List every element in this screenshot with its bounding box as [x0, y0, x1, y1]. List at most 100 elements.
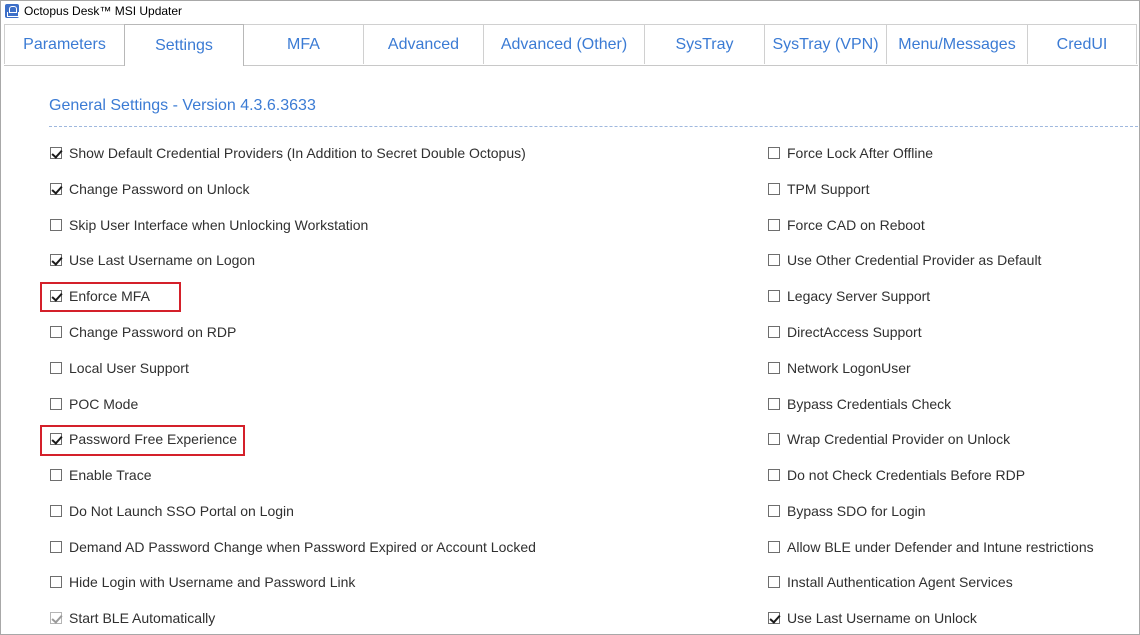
tab-credui[interactable]: CredUI: [1027, 24, 1137, 64]
title-bar: Octopus Desk™ MSI Updater: [1, 1, 1139, 21]
option-start-ble-automatically[interactable]: Start BLE Automatically: [50, 609, 215, 627]
checkbox[interactable]: [768, 469, 780, 481]
window-title: Octopus Desk™ MSI Updater: [24, 4, 183, 18]
option-label: Wrap Credential Provider on Unlock: [787, 431, 1011, 447]
checkbox[interactable]: [768, 576, 780, 588]
option-hide-login-with-username[interactable]: Hide Login with Username and Password Li…: [50, 573, 355, 591]
tab-label: Settings: [155, 36, 213, 54]
tab-advanced-other[interactable]: Advanced (Other): [483, 24, 645, 64]
checkbox[interactable]: [50, 147, 62, 159]
option-do-not-check-credentials-rdp[interactable]: Do not Check Credentials Before RDP: [768, 466, 1025, 484]
tab-label: Parameters: [23, 35, 106, 53]
option-enable-trace[interactable]: Enable Trace: [50, 466, 152, 484]
tab-advanced[interactable]: Advanced: [363, 24, 484, 64]
option-label: POC Mode: [69, 396, 139, 412]
checkbox[interactable]: [50, 326, 62, 338]
option-use-last-username-on-logon[interactable]: Use Last Username on Logon: [50, 251, 255, 269]
checkbox[interactable]: [768, 433, 780, 445]
checkbox[interactable]: [50, 541, 62, 553]
option-label: Bypass Credentials Check: [787, 396, 952, 412]
option-show-default-credential-providers[interactable]: Show Default Credential Providers (In Ad…: [50, 144, 526, 162]
tab-label: MFA: [287, 35, 320, 53]
checkbox[interactable]: [50, 469, 62, 481]
option-local-user-support[interactable]: Local User Support: [50, 359, 189, 377]
tab-mfa[interactable]: MFA: [243, 24, 364, 64]
checkbox[interactable]: [50, 183, 62, 195]
option-demand-ad-password-change[interactable]: Demand AD Password Change when Password …: [50, 538, 536, 556]
option-use-last-username-on-unlock[interactable]: Use Last Username on Unlock: [768, 609, 977, 627]
checkbox[interactable]: [768, 612, 780, 624]
option-directaccess-support[interactable]: DirectAccess Support: [768, 323, 922, 341]
option-legacy-server-support[interactable]: Legacy Server Support: [768, 287, 930, 305]
option-tpm-support[interactable]: TPM Support: [768, 180, 869, 198]
option-label: Change Password on RDP: [69, 324, 237, 340]
option-label: Force CAD on Reboot: [787, 217, 925, 233]
checkbox[interactable]: [50, 362, 62, 374]
option-change-password-on-rdp[interactable]: Change Password on RDP: [50, 323, 236, 341]
checkbox[interactable]: [50, 254, 62, 266]
option-poc-mode[interactable]: POC Mode: [50, 395, 138, 413]
checkbox[interactable]: [768, 183, 780, 195]
tab-bar: Parameters Settings MFA Advanced Advance…: [4, 24, 1138, 66]
option-label: Password Free Experience: [69, 431, 238, 447]
option-label: Network LogonUser: [787, 360, 911, 376]
checkbox[interactable]: [768, 505, 780, 517]
option-label: Install Authentication Agent Services: [787, 574, 1013, 590]
checkbox[interactable]: [768, 541, 780, 553]
tab-systray-vpn[interactable]: SysTray (VPN): [764, 24, 887, 64]
tab-menu-messages[interactable]: Menu/Messages: [886, 24, 1028, 64]
checkbox[interactable]: [50, 219, 62, 231]
option-label: Change Password on Unlock: [69, 181, 250, 197]
option-label: Do not Check Credentials Before RDP: [787, 467, 1026, 483]
option-label: Use Last Username on Logon: [69, 252, 255, 268]
option-force-lock-after-offline[interactable]: Force Lock After Offline: [768, 144, 933, 162]
option-label: Use Last Username on Unlock: [787, 610, 977, 626]
option-label: Local User Support: [69, 360, 189, 376]
option-label: Use Other Credential Provider as Default: [787, 252, 1042, 268]
option-use-other-credential-provider[interactable]: Use Other Credential Provider as Default: [768, 251, 1041, 269]
checkbox[interactable]: [50, 433, 62, 445]
option-bypass-sdo-for-login[interactable]: Bypass SDO for Login: [768, 502, 926, 520]
option-password-free-experience[interactable]: Password Free Experience: [50, 430, 237, 448]
checkbox[interactable]: [768, 398, 780, 410]
settings-panel: General Settings - Version 4.3.6.3633 Sh…: [4, 65, 1138, 634]
section-divider: [49, 126, 1138, 127]
option-label: TPM Support: [787, 181, 870, 197]
option-allow-ble-under-defender[interactable]: Allow BLE under Defender and Intune rest…: [768, 538, 1094, 556]
option-change-password-on-unlock[interactable]: Change Password on Unlock: [50, 180, 250, 198]
tab-settings[interactable]: Settings: [124, 24, 244, 66]
checkbox[interactable]: [768, 326, 780, 338]
checkbox[interactable]: [50, 290, 62, 302]
section-title: General Settings - Version 4.3.6.3633: [49, 97, 316, 114]
option-network-logonuser[interactable]: Network LogonUser: [768, 359, 911, 377]
checkbox[interactable]: [768, 290, 780, 302]
option-do-not-launch-sso-portal[interactable]: Do Not Launch SSO Portal on Login: [50, 502, 294, 520]
checkbox[interactable]: [50, 398, 62, 410]
checkbox[interactable]: [50, 612, 62, 624]
option-label: Demand AD Password Change when Password …: [69, 539, 536, 555]
option-label: Show Default Credential Providers (In Ad…: [69, 145, 526, 161]
checkbox[interactable]: [768, 219, 780, 231]
option-enforce-mfa[interactable]: Enforce MFA: [50, 287, 150, 305]
option-bypass-credentials-check[interactable]: Bypass Credentials Check: [768, 395, 951, 413]
tab-systray[interactable]: SysTray: [644, 24, 765, 64]
option-force-cad-on-reboot[interactable]: Force CAD on Reboot: [768, 216, 925, 234]
option-install-authentication-agent[interactable]: Install Authentication Agent Services: [768, 573, 1013, 591]
tab-label: SysTray (VPN): [772, 35, 879, 53]
option-skip-user-interface[interactable]: Skip User Interface when Unlocking Works…: [50, 216, 368, 234]
option-label: Start BLE Automatically: [69, 610, 216, 626]
tab-parameters[interactable]: Parameters: [4, 24, 125, 64]
checkbox[interactable]: [50, 505, 62, 517]
option-wrap-credential-provider[interactable]: Wrap Credential Provider on Unlock: [768, 430, 1010, 448]
checkbox[interactable]: [50, 576, 62, 588]
checkbox[interactable]: [768, 254, 780, 266]
checkbox[interactable]: [768, 147, 780, 159]
tab-label: Menu/Messages: [898, 35, 1016, 53]
tab-label: Advanced: [387, 35, 460, 53]
option-label: Do Not Launch SSO Portal on Login: [69, 503, 294, 519]
people-icon: [5, 4, 19, 18]
app-window: Octopus Desk™ MSI Updater Parameters Set…: [0, 0, 1140, 635]
option-label: Force Lock After Offline: [787, 145, 934, 161]
checkbox[interactable]: [768, 362, 780, 374]
tab-label: Advanced (Other): [500, 35, 628, 53]
